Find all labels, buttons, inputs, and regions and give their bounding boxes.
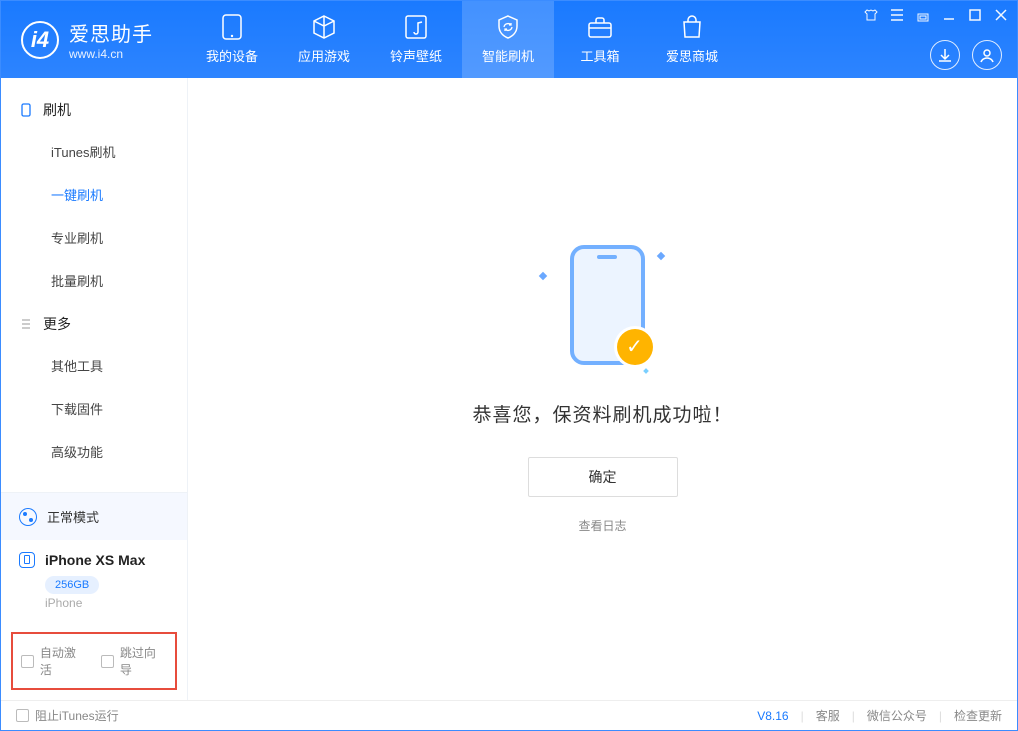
sidebar-section-more: 更多 bbox=[1, 302, 187, 344]
refresh-shield-icon bbox=[495, 14, 521, 40]
version-label: V8.16 bbox=[757, 709, 788, 723]
top-nav: 我的设备 应用游戏 铃声壁纸 智能刷机 工具箱 爱思商城 bbox=[186, 1, 738, 78]
sidebar-section-flash: 刷机 bbox=[1, 88, 187, 130]
status-link-wechat[interactable]: 微信公众号 bbox=[867, 707, 927, 724]
nav-ringtone-wallpaper[interactable]: 铃声壁纸 bbox=[370, 1, 462, 78]
sidebar-item-advanced[interactable]: 高级功能 bbox=[51, 430, 187, 473]
confirm-button[interactable]: 确定 bbox=[528, 457, 678, 497]
checkbox-block-itunes[interactable]: 阻止iTunes运行 bbox=[16, 707, 119, 724]
toolbox-icon bbox=[587, 14, 613, 40]
success-message: 恭喜您，保资料刷机成功啦！ bbox=[472, 400, 732, 427]
device-type: iPhone bbox=[45, 596, 169, 610]
menu-icon[interactable] bbox=[889, 7, 905, 23]
nav-smart-flash[interactable]: 智能刷机 bbox=[462, 1, 554, 78]
checkbox-icon bbox=[101, 655, 114, 668]
nav-my-device[interactable]: 我的设备 bbox=[186, 1, 278, 78]
mode-icon bbox=[19, 508, 37, 526]
cube-icon bbox=[311, 14, 337, 40]
checkbox-auto-activate[interactable]: 自动激活 bbox=[21, 644, 87, 678]
device-name: iPhone XS Max bbox=[45, 552, 145, 568]
device-card[interactable]: iPhone XS Max 256GB iPhone bbox=[1, 540, 187, 624]
music-file-icon bbox=[403, 14, 429, 40]
app-domain: www.i4.cn bbox=[69, 47, 153, 61]
lock-icon[interactable] bbox=[915, 7, 931, 23]
checkbox-icon bbox=[16, 709, 29, 722]
window-controls bbox=[863, 7, 1009, 23]
sidebar-item-itunes-flash[interactable]: iTunes刷机 bbox=[51, 130, 187, 173]
sidebar: 刷机 iTunes刷机 一键刷机 专业刷机 批量刷机 更多 其他工具 下载固件 … bbox=[1, 78, 188, 700]
status-link-update[interactable]: 检查更新 bbox=[954, 707, 1002, 724]
mode-label: 正常模式 bbox=[47, 507, 99, 526]
nav-store[interactable]: 爱思商城 bbox=[646, 1, 738, 78]
nav-toolbox[interactable]: 工具箱 bbox=[554, 1, 646, 78]
main-content: ✓ 恭喜您，保资料刷机成功啦！ 确定 查看日志 bbox=[188, 78, 1017, 700]
success-illustration: ✓ bbox=[548, 245, 658, 375]
highlighted-checkbox-row: 自动激活 跳过向导 bbox=[11, 632, 177, 690]
check-badge-icon: ✓ bbox=[617, 329, 653, 365]
device-small-icon bbox=[19, 552, 35, 568]
shirt-icon[interactable] bbox=[863, 7, 879, 23]
device-icon bbox=[219, 14, 245, 40]
maximize-icon[interactable] bbox=[967, 7, 983, 23]
close-icon[interactable] bbox=[993, 7, 1009, 23]
mode-card[interactable]: 正常模式 bbox=[1, 493, 187, 540]
view-log-link[interactable]: 查看日志 bbox=[578, 517, 626, 534]
user-icon[interactable] bbox=[972, 40, 1002, 70]
list-icon bbox=[19, 317, 33, 331]
sidebar-item-pro-flash[interactable]: 专业刷机 bbox=[51, 216, 187, 259]
nav-apps-games[interactable]: 应用游戏 bbox=[278, 1, 370, 78]
sidebar-item-download-firmware[interactable]: 下载固件 bbox=[51, 387, 187, 430]
header-actions bbox=[930, 40, 1002, 70]
download-icon[interactable] bbox=[930, 40, 960, 70]
app-name: 爱思助手 bbox=[69, 18, 153, 47]
app-logo: i4 爱思助手 www.i4.cn bbox=[1, 18, 186, 61]
checkbox-skip-guide[interactable]: 跳过向导 bbox=[101, 644, 167, 678]
status-bar: 阻止iTunes运行 V8.16 | 客服 | 微信公众号 | 检查更新 bbox=[1, 700, 1017, 730]
shopping-bag-icon bbox=[679, 14, 705, 40]
logo-icon: i4 bbox=[21, 21, 59, 59]
sidebar-item-oneclick-flash[interactable]: 一键刷机 bbox=[51, 173, 187, 216]
phone-outline-icon bbox=[19, 103, 33, 117]
sidebar-item-batch-flash[interactable]: 批量刷机 bbox=[51, 259, 187, 302]
sidebar-item-other-tools[interactable]: 其他工具 bbox=[51, 344, 187, 387]
checkbox-icon bbox=[21, 655, 34, 668]
storage-badge: 256GB bbox=[45, 576, 99, 594]
status-link-support[interactable]: 客服 bbox=[816, 707, 840, 724]
app-header: i4 爱思助手 www.i4.cn 我的设备 应用游戏 铃声壁纸 智能刷机 工具… bbox=[1, 1, 1017, 78]
minimize-icon[interactable] bbox=[941, 7, 957, 23]
